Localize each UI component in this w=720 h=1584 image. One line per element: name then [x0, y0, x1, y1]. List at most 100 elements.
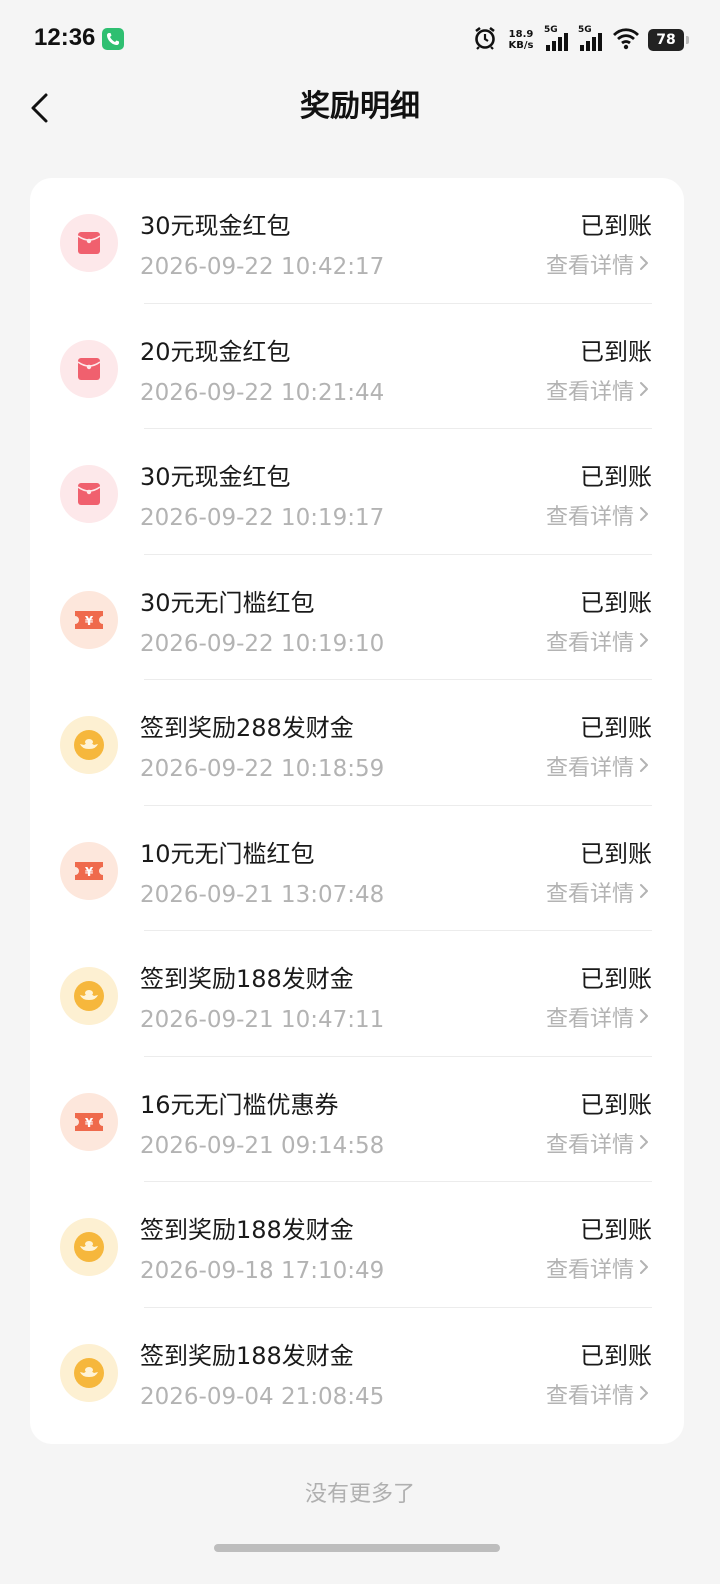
nav-bar: 奖励明细 — [0, 80, 720, 150]
svg-text:¥: ¥ — [85, 865, 94, 879]
wifi-icon — [612, 26, 640, 54]
item-time: 2026-09-22 10:19:17 — [140, 505, 385, 531]
coupon-icon: ¥ — [60, 590, 118, 649]
item-time: 2026-09-04 21:08:45 — [140, 1383, 385, 1410]
list-item[interactable]: 签到奖励188发财金 2026-09-04 21:08:45 已到账查看详情 — [30, 1308, 684, 1434]
red-envelope-icon — [60, 339, 118, 398]
view-details-link[interactable]: 查看详情 — [546, 1382, 650, 1412]
item-status: 已到账 — [580, 839, 652, 868]
view-details-label: 查看详情 — [545, 379, 634, 405]
item-status: 已到账 — [580, 588, 652, 617]
view-details-link[interactable]: 查看详情 — [546, 1005, 650, 1035]
item-time: 2026-09-18 17:10:49 — [140, 1258, 385, 1284]
chevron-right-icon — [638, 252, 650, 282]
chevron-right-icon — [638, 1131, 650, 1161]
item-time: 2026-09-22 10:21:44 — [140, 379, 385, 406]
net-speed-unit: KB/s — [508, 40, 534, 51]
svg-text:¥: ¥ — [85, 614, 94, 628]
view-details-label: 查看详情 — [545, 1007, 634, 1032]
item-title: 签到奖励188发财金 — [140, 1216, 354, 1244]
chevron-right-icon — [638, 1382, 650, 1412]
phone-call-icon — [102, 28, 124, 50]
view-details-link[interactable]: 查看详情 — [546, 1256, 650, 1286]
sim1-label: 5G — [544, 25, 558, 35]
item-status: 已到账 — [580, 463, 652, 491]
item-title: 16元无门槛优惠券 — [140, 1090, 339, 1119]
home-indicator[interactable] — [214, 1544, 500, 1552]
item-title: 20元现金红包 — [140, 337, 291, 366]
view-details-label: 查看详情 — [545, 505, 634, 530]
list-item[interactable]: 20元现金红包 2026-09-22 10:21:44 已到账查看详情 — [30, 304, 684, 429]
view-details-label: 查看详情 — [545, 630, 634, 656]
item-time: 2026-09-22 10:18:59 — [140, 756, 385, 782]
status-bar: 12:36 18.9 KB/s 5G 5G 78 — [0, 0, 720, 80]
item-title: 签到奖励288发财金 — [140, 714, 354, 742]
item-title: 签到奖励188发财金 — [140, 965, 354, 993]
battery-icon: 78 — [648, 29, 689, 51]
chevron-right-icon — [638, 880, 650, 910]
view-details-label: 查看详情 — [545, 1258, 634, 1283]
view-details-link[interactable]: 查看详情 — [546, 629, 650, 659]
list-item[interactable]: ¥30元无门槛红包 2026-09-22 10:19:10 已到账查看详情 — [30, 555, 684, 680]
item-status: 已到账 — [580, 337, 652, 366]
item-status: 已到账 — [580, 714, 652, 742]
item-time: 2026-09-22 10:19:10 — [140, 630, 385, 657]
net-speed: 18.9 KB/s — [506, 29, 536, 51]
list-item[interactable]: ¥16元无门槛优惠券 2026-09-21 09:14:58 已到账查看详情 — [30, 1057, 684, 1182]
item-status: 已到账 — [580, 1090, 652, 1119]
view-details-link[interactable]: 查看详情 — [546, 503, 650, 533]
view-details-link[interactable]: 查看详情 — [546, 754, 650, 784]
status-icons: 18.9 KB/s 5G 5G 78 — [472, 24, 689, 56]
view-details-link[interactable]: 查看详情 — [546, 378, 650, 408]
view-details-link[interactable]: 查看详情 — [546, 880, 650, 910]
gold-ingot-icon — [60, 1218, 118, 1276]
item-status: 已到账 — [580, 212, 652, 240]
list-item[interactable]: 签到奖励288发财金 2026-09-22 10:18:59 已到账查看详情 — [30, 680, 684, 806]
view-details-label: 查看详情 — [545, 756, 634, 781]
list-item[interactable]: ¥10元无门槛红包 2026-09-21 13:07:48 已到账查看详情 — [30, 806, 684, 931]
item-status: 已到账 — [580, 1216, 652, 1244]
view-details-label: 查看详情 — [545, 1383, 634, 1409]
list-item[interactable]: 签到奖励188发财金 2026-09-18 17:10:49 已到账查看详情 — [30, 1182, 684, 1308]
item-title: 10元无门槛红包 — [140, 839, 315, 868]
sim2-label: 5G — [578, 25, 592, 35]
item-time: 2026-09-22 10:42:17 — [140, 254, 385, 280]
list-item[interactable]: 30元现金红包 2026-09-22 10:19:17 已到账查看详情 — [30, 429, 684, 555]
chevron-right-icon — [638, 754, 650, 784]
chevron-right-icon — [638, 1005, 650, 1035]
coupon-icon: ¥ — [60, 1092, 118, 1151]
list-item[interactable]: 签到奖励188发财金 2026-09-21 10:47:11 已到账查看详情 — [30, 931, 684, 1057]
no-more-text: 没有更多了 — [304, 1482, 415, 1507]
chevron-right-icon — [638, 378, 650, 408]
signal-icon-2: 5G — [578, 25, 604, 53]
chevron-right-icon — [638, 503, 650, 533]
item-title: 签到奖励188发财金 — [140, 1341, 354, 1370]
view-details-link[interactable]: 查看详情 — [546, 252, 650, 282]
item-time: 2026-09-21 09:14:58 — [140, 1132, 385, 1159]
gold-ingot-icon — [60, 1343, 118, 1402]
item-title: 30元无门槛红包 — [140, 588, 315, 617]
chevron-right-icon — [638, 629, 650, 659]
view-details-link[interactable]: 查看详情 — [546, 1131, 650, 1161]
item-status: 已到账 — [580, 1341, 652, 1370]
red-envelope-icon — [60, 214, 118, 272]
status-time: 12:36 — [34, 24, 96, 51]
svg-text:¥: ¥ — [85, 1116, 94, 1130]
reward-list: 30元现金红包 2026-09-22 10:42:17 已到账 查看详情 20元现金红包… — [30, 178, 684, 1444]
item-time: 2026-09-21 10:47:11 — [140, 1007, 385, 1033]
gold-ingot-icon — [60, 716, 118, 774]
list-item[interactable]: 30元现金红包 2026-09-22 10:42:17 已到账查看详情 — [30, 178, 684, 304]
item-title: 30元现金红包 — [140, 212, 291, 240]
page-title: 奖励明细 — [300, 89, 420, 124]
signal-icon: 5G — [544, 25, 570, 53]
gold-ingot-icon — [60, 967, 118, 1025]
chevron-right-icon — [638, 1256, 650, 1286]
item-time: 2026-09-21 13:07:48 — [140, 881, 385, 908]
red-envelope-icon — [60, 465, 118, 523]
item-status: 已到账 — [580, 965, 652, 993]
net-speed-value: 18.9 — [508, 29, 534, 40]
view-details-label: 查看详情 — [545, 254, 634, 279]
view-details-label: 查看详情 — [545, 1132, 634, 1158]
item-title: 30元现金红包 — [140, 463, 291, 491]
alarm-icon — [472, 25, 498, 55]
